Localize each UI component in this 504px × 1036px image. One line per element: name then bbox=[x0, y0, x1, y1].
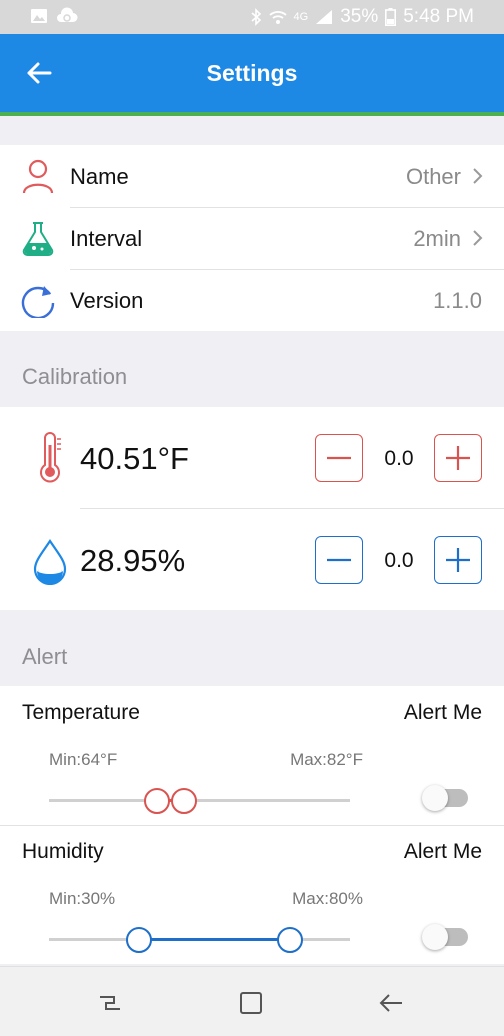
temperature-max-thumb[interactable] bbox=[171, 787, 198, 814]
humidity-min-label: Min:30% bbox=[49, 889, 116, 908]
toggle-knob bbox=[422, 785, 448, 811]
temperature-decrease-button[interactable] bbox=[315, 434, 363, 482]
recent-apps-icon[interactable] bbox=[96, 989, 124, 1017]
app-bar: Settings bbox=[0, 34, 504, 112]
humidity-reading: 28.95% bbox=[80, 543, 186, 578]
battery-icon bbox=[385, 8, 397, 26]
name-label: Name bbox=[70, 164, 129, 189]
calibration-header: Calibration bbox=[22, 364, 128, 389]
interval-row[interactable]: Interval 2min bbox=[0, 207, 504, 269]
temperature-increase-button[interactable] bbox=[434, 434, 482, 482]
version-row: Version 1.1.0 bbox=[0, 269, 504, 331]
name-row[interactable]: Name Other bbox=[0, 145, 504, 207]
cloud-sync-icon bbox=[57, 7, 78, 23]
humidity-alert-me-label: Alert Me bbox=[403, 840, 482, 863]
thermometer-icon bbox=[40, 432, 61, 483]
humidity-alert-toggle[interactable] bbox=[422, 924, 468, 950]
status-bar: 4G 35% 5:48 PM bbox=[0, 0, 504, 34]
temperature-min-thumb[interactable] bbox=[144, 787, 171, 814]
chevron-right-icon bbox=[473, 230, 483, 246]
alert-header: Alert bbox=[22, 644, 68, 669]
person-icon bbox=[22, 159, 54, 194]
alert-divider bbox=[0, 825, 504, 826]
humidity-max-label: Max:80% bbox=[292, 889, 363, 908]
device-info-section: Name Other Interval 2min Version 1.1.0 bbox=[0, 145, 504, 331]
app-bar-underline bbox=[0, 112, 504, 116]
version-label: Version bbox=[70, 288, 144, 313]
temperature-alert-me-label: Alert Me bbox=[403, 701, 482, 724]
minus-icon bbox=[327, 558, 351, 562]
temperature-range-slider[interactable] bbox=[49, 787, 350, 814]
humidity-range-slider[interactable] bbox=[49, 926, 350, 953]
temperature-alert-toggle[interactable] bbox=[422, 785, 468, 811]
page-title: Settings bbox=[206, 60, 298, 86]
signal-icon bbox=[316, 10, 333, 24]
name-value: Other bbox=[405, 164, 461, 189]
version-value: 1.1.0 bbox=[433, 288, 482, 313]
battery-percent: 35% bbox=[340, 6, 379, 27]
flask-icon bbox=[22, 222, 54, 256]
temperature-min-label: Min:64°F bbox=[49, 750, 118, 769]
toggle-knob bbox=[422, 924, 448, 950]
bluetooth-icon bbox=[250, 8, 261, 26]
humidity-max-thumb[interactable] bbox=[276, 926, 303, 953]
temperature-alert-title: Temperature bbox=[22, 701, 140, 724]
humidity-min-thumb[interactable] bbox=[126, 926, 153, 953]
chevron-right-icon bbox=[473, 168, 483, 184]
home-icon[interactable] bbox=[237, 989, 265, 1017]
network-type: 4G bbox=[293, 11, 309, 23]
water-drop-icon bbox=[33, 539, 67, 585]
temperature-offset-value: 0.0 bbox=[384, 447, 414, 470]
calibration-section: 40.51°F 0.0 28.95% 0.0 bbox=[0, 407, 504, 610]
image-notification-icon bbox=[31, 9, 47, 23]
plus-icon bbox=[446, 548, 470, 572]
interval-label: Interval bbox=[70, 226, 143, 251]
minus-icon bbox=[327, 456, 351, 460]
system-navigation-bar bbox=[0, 966, 504, 1036]
clock: 5:48 PM bbox=[403, 6, 474, 27]
humidity-alert-title: Humidity bbox=[22, 840, 104, 863]
humidity-decrease-button[interactable] bbox=[315, 536, 363, 584]
refresh-icon bbox=[21, 286, 55, 318]
humidity-offset-value: 0.0 bbox=[384, 549, 414, 572]
temperature-calibration-row: 40.51°F 0.0 bbox=[0, 407, 504, 507]
temperature-reading: 40.51°F bbox=[80, 441, 189, 476]
humidity-range-fill bbox=[139, 938, 290, 941]
temperature-max-label: Max:82°F bbox=[290, 750, 363, 769]
alert-section: Temperature Alert Me Min:64°F Max:82°F H… bbox=[0, 686, 504, 964]
plus-icon bbox=[446, 446, 470, 470]
wifi-icon bbox=[268, 11, 287, 24]
interval-value: 2min bbox=[413, 226, 461, 251]
humidity-calibration-row: 28.95% 0.0 bbox=[0, 509, 504, 609]
humidity-increase-button[interactable] bbox=[434, 536, 482, 584]
back-nav-icon[interactable] bbox=[377, 989, 405, 1017]
